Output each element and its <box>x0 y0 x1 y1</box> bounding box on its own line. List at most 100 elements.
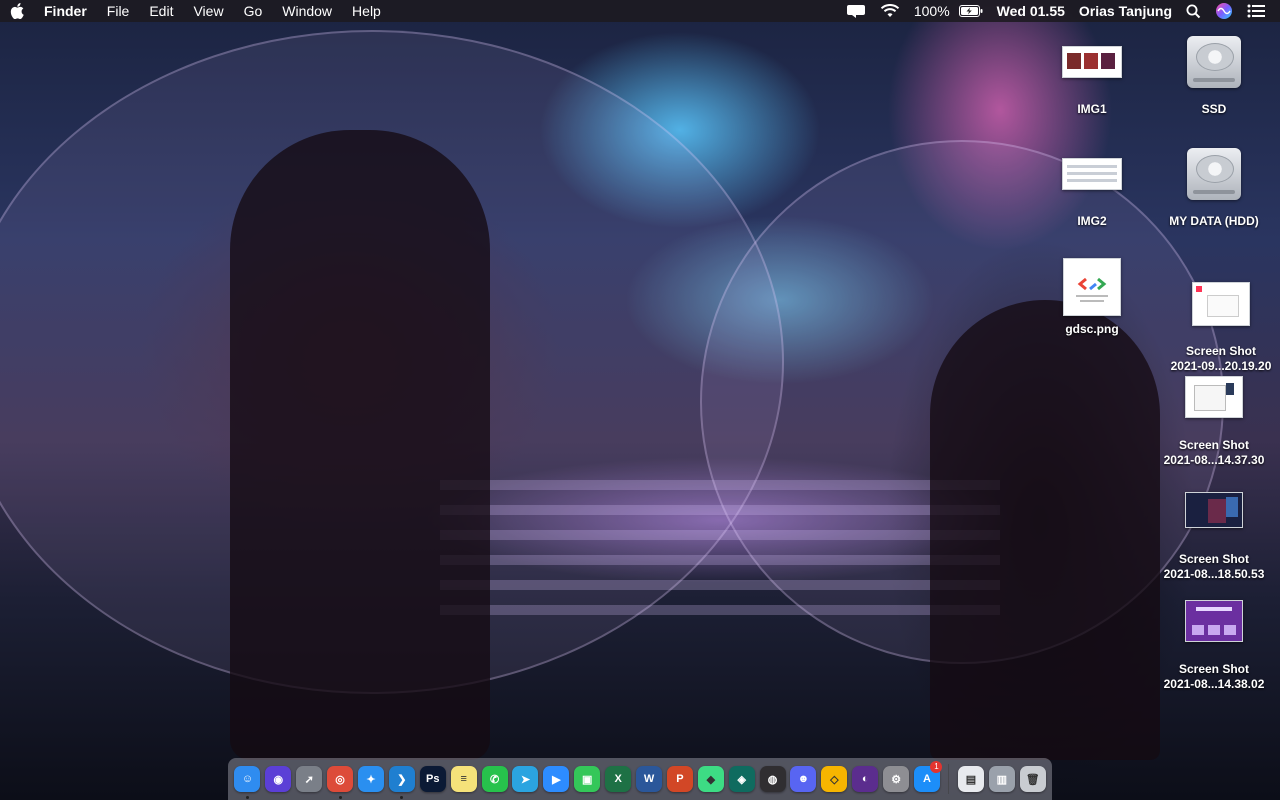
dock-item-trash[interactable]: 🗑 <box>1017 758 1048 800</box>
screenshot-thumbnail-icon <box>1185 376 1243 418</box>
safari-icon: ✦ <box>358 766 384 792</box>
desktop-icon-screenshot-1[interactable]: Screen Shot 2021-09...20.19.20 <box>1161 282 1280 374</box>
desktop-icon-screenshot-3[interactable]: Screen Shot 2021-08...18.50.53 <box>1154 492 1274 582</box>
dock-item-facetime[interactable]: ▣ <box>572 758 603 800</box>
desktop-icon-label: SSD <box>1201 102 1227 116</box>
launchpad-icon: ➚ <box>296 766 323 792</box>
dock-separator <box>948 764 950 794</box>
image-thumbnail-icon <box>1062 46 1122 78</box>
desktop-icon-img1[interactable]: IMG1 <box>1032 46 1152 117</box>
sketch-icon: ◇ <box>821 766 848 792</box>
running-indicator <box>245 796 249 799</box>
battery-percent[interactable]: 100% <box>907 0 952 22</box>
spotlight-search-icon[interactable] <box>1179 0 1208 22</box>
siri-icon: ◉ <box>265 766 292 792</box>
dock-item-whatsapp[interactable]: ✆ <box>479 758 510 800</box>
screenshot-thumbnail-icon <box>1185 492 1243 528</box>
dock-item-vs-code[interactable]: ❯ <box>386 758 417 800</box>
dock-item-system-preferences[interactable]: ⚙ <box>881 758 912 800</box>
apple-menu-icon[interactable] <box>0 3 34 19</box>
image-thumbnail-icon <box>1063 258 1121 316</box>
dock-item-launchpad[interactable]: ➚ <box>294 758 325 800</box>
dock-item-telegram[interactable]: ➤ <box>510 758 541 800</box>
dock-item-downloads[interactable]: ▥ <box>986 758 1017 800</box>
desktop-icon-label: gdsc.png <box>1065 322 1119 336</box>
zoom-icon: ▶ <box>543 766 570 792</box>
dock-item-app-store[interactable]: A1 <box>912 758 943 800</box>
menu-help[interactable]: Help <box>342 0 391 22</box>
dock-item-discord[interactable]: ☻ <box>788 758 819 800</box>
dock-item-safari[interactable]: ✦ <box>356 758 387 800</box>
powerpoint-icon: P <box>666 766 693 792</box>
trash-icon: 🗑 <box>1019 766 1046 792</box>
notes-icon: ≡ <box>450 766 477 792</box>
running-indicator <box>338 796 342 799</box>
desktop-icon-label: IMG1 <box>1077 102 1107 116</box>
battery-charging-icon[interactable] <box>952 0 990 22</box>
internal-drive-icon <box>1187 144 1241 204</box>
desktop-icon-label-line1: Screen Shot <box>1178 662 1250 676</box>
menubar-clock[interactable]: Wed 01.55 <box>990 0 1072 22</box>
desktop-icon-screenshot-2[interactable]: Screen Shot 2021-08...14.37.30 <box>1154 376 1274 468</box>
desktop-wallpaper <box>0 0 1280 800</box>
notification-center-icon[interactable] <box>1240 0 1272 22</box>
desktop-icon-my-data-hdd[interactable]: MY DATA (HDD) <box>1154 144 1274 229</box>
chrome-icon: ◎ <box>327 766 354 792</box>
dock-item-chrome[interactable]: ◎ <box>325 758 356 800</box>
desktop-icon-screenshot-4[interactable]: Screen Shot 2021-08...14.38.02 <box>1154 600 1274 692</box>
excel-icon: X <box>605 766 632 792</box>
obs-icon: ◍ <box>759 766 786 792</box>
desktop-icon-gdsc[interactable]: gdsc.png <box>1032 258 1152 337</box>
dock-item-sourcetree[interactable]: ◈ <box>726 758 757 800</box>
menu-file[interactable]: File <box>97 0 140 22</box>
dock-item-photoshop[interactable]: Ps <box>417 758 448 800</box>
github-desktop-icon: ◐ <box>852 766 879 792</box>
menu-app-name[interactable]: Finder <box>34 0 97 22</box>
wallpaper-figure <box>230 130 490 760</box>
discord-icon: ☻ <box>790 766 817 792</box>
desktop-icon-img2[interactable]: IMG2 <box>1032 158 1152 229</box>
dock-item-excel[interactable]: X <box>603 758 634 800</box>
running-indicator <box>400 796 404 799</box>
menu-bar: Finder File Edit View Go Window Help 100… <box>0 0 1280 22</box>
desktop-icon-label-line2: 2021-08...14.37.30 <box>1163 453 1265 467</box>
menubar-user[interactable]: Orias Tanjung <box>1072 0 1179 22</box>
image-thumbnail-icon <box>1062 158 1122 190</box>
dock-item-obs[interactable]: ◍ <box>757 758 788 800</box>
notification-icon[interactable] <box>839 0 873 22</box>
screenshot-thumbnail-icon <box>1192 282 1250 326</box>
downloads-icon: ▥ <box>988 766 1015 792</box>
desktop-icon-label-line1: Screen Shot <box>1178 438 1250 452</box>
dock-item-powerpoint[interactable]: P <box>664 758 695 800</box>
telegram-icon: ➤ <box>512 766 539 792</box>
dock-item-documents[interactable]: ▤ <box>955 758 986 800</box>
menu-edit[interactable]: Edit <box>139 0 183 22</box>
desktop-icon-label-line1: Screen Shot <box>1178 552 1250 566</box>
siri-icon[interactable] <box>1208 0 1240 22</box>
menu-view[interactable]: View <box>183 0 233 22</box>
dock-item-finder[interactable]: ☺ <box>232 758 263 800</box>
dock-item-sketch[interactable]: ◇ <box>819 758 850 800</box>
vs-code-icon: ❯ <box>388 766 415 792</box>
desktop-icon-label-line2: 2021-08...14.38.02 <box>1163 677 1265 691</box>
wallpaper-figure <box>930 300 1160 760</box>
dock-item-word[interactable]: W <box>634 758 665 800</box>
dock-item-android-studio[interactable]: ◆ <box>695 758 726 800</box>
desktop-icon-label: MY DATA (HDD) <box>1169 214 1259 228</box>
menu-window[interactable]: Window <box>272 0 342 22</box>
dock-item-siri[interactable]: ◉ <box>263 758 294 800</box>
screenshot-thumbnail-icon <box>1185 600 1243 642</box>
desktop-icon-ssd[interactable]: SSD <box>1154 32 1274 117</box>
internal-drive-icon <box>1187 32 1241 92</box>
facetime-icon: ▣ <box>574 766 601 792</box>
finder-icon: ☺ <box>234 766 261 792</box>
dock-item-notes[interactable]: ≡ <box>448 758 479 800</box>
desktop-icon-label-line1: Screen Shot <box>1185 344 1257 358</box>
dock: ☺ ◉ ➚ ◎ ✦ ❯ Ps ≡ ✆ ➤ ▶ ▣ X W P ◆ ◈ ◍ ☻ ◇ ◐ ⚙ A 1 ▤ ▥ 🗑 <box>228 758 1052 800</box>
dock-item-zoom[interactable]: ▶ <box>541 758 572 800</box>
dock-item-github-desktop[interactable]: ◐ <box>850 758 881 800</box>
wifi-icon[interactable] <box>873 0 907 22</box>
desktop-icon-label: IMG2 <box>1077 214 1107 228</box>
menu-go[interactable]: Go <box>234 0 273 22</box>
whatsapp-icon: ✆ <box>481 766 508 792</box>
